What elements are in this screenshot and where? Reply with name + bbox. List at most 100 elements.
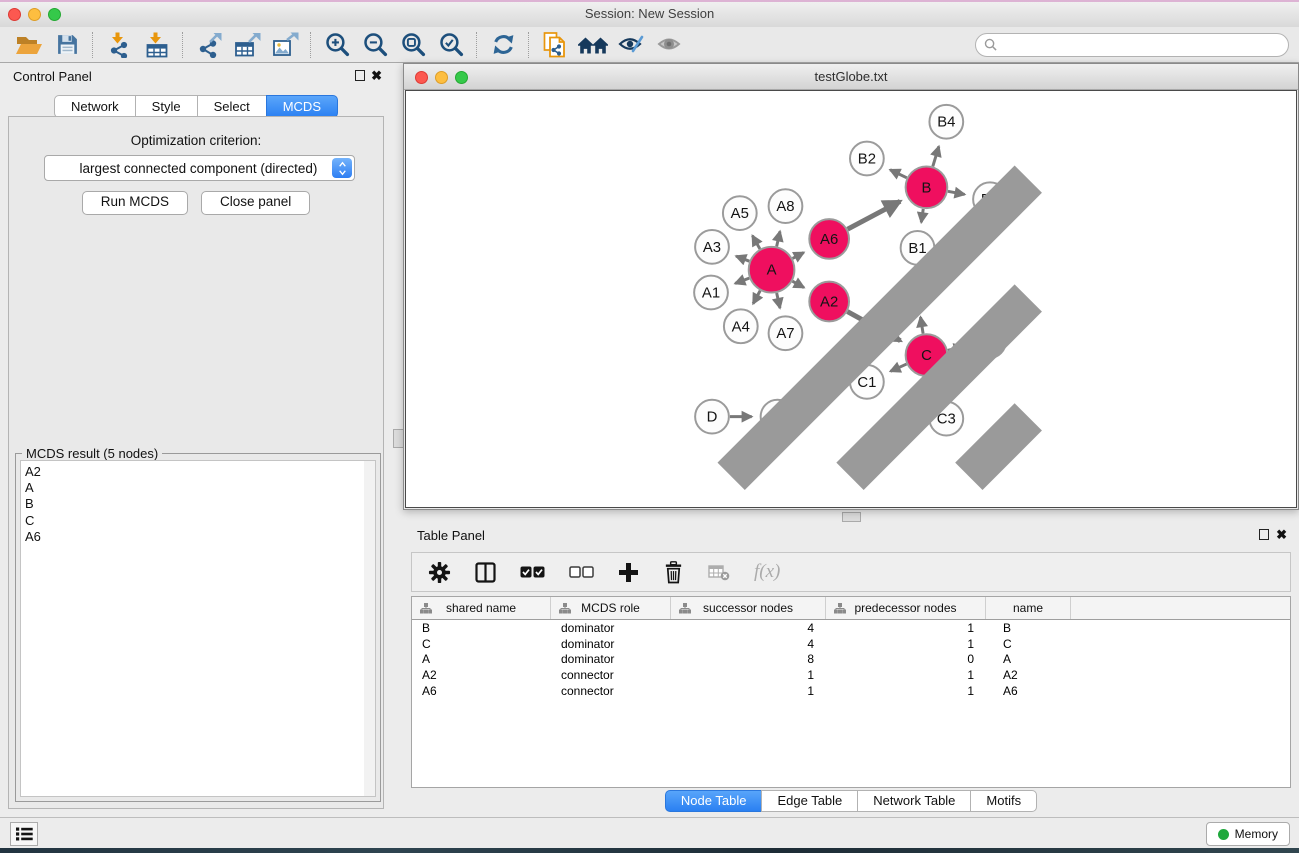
criterion-dropdown-value: largest connected component (directed) bbox=[45, 161, 332, 176]
toolbar-separator bbox=[528, 32, 530, 58]
table-row[interactable]: A6connector11A6 bbox=[412, 683, 1290, 699]
column-header-mcds-role[interactable]: MCDS role bbox=[551, 597, 671, 619]
memory-status-icon bbox=[1218, 829, 1229, 840]
open-file-icon[interactable] bbox=[10, 29, 48, 61]
list-icon bbox=[16, 827, 33, 841]
result-list-item[interactable]: B bbox=[25, 496, 360, 512]
column-header-successor-nodes[interactable]: successor nodes bbox=[671, 597, 826, 619]
close-table-panel-icon[interactable]: ✖ bbox=[1276, 528, 1287, 541]
settings-gear-icon[interactable] bbox=[428, 556, 451, 588]
column-header-shared-name[interactable]: shared name bbox=[412, 597, 551, 619]
table-cell: dominator bbox=[551, 637, 671, 651]
table-cell: 0 bbox=[826, 652, 986, 666]
tab-style[interactable]: Style bbox=[135, 95, 198, 118]
criterion-dropdown[interactable]: largest connected component (directed) bbox=[44, 155, 355, 181]
main-toolbar bbox=[0, 27, 1299, 63]
app-titlebar: Session: New Session bbox=[0, 0, 1299, 28]
column-header-label: name bbox=[1013, 601, 1043, 615]
refresh-icon[interactable] bbox=[484, 29, 522, 61]
zoom-in-icon[interactable] bbox=[318, 29, 356, 61]
status-bar: Memory bbox=[0, 817, 1299, 849]
run-mcds-button[interactable]: Run MCDS bbox=[82, 191, 188, 215]
mcds-result-box: MCDS result (5 nodes) A2ABCA6 bbox=[15, 453, 381, 802]
search-box[interactable] bbox=[975, 33, 1289, 57]
memory-button[interactable]: Memory bbox=[1206, 822, 1290, 846]
show-hide-edges-icon[interactable] bbox=[650, 29, 688, 61]
mcds-result-list[interactable]: A2ABCA6 bbox=[20, 460, 365, 797]
table-row[interactable]: A2connector11A2 bbox=[412, 667, 1290, 683]
zoom-fit-icon[interactable] bbox=[394, 29, 432, 61]
close-panel-button[interactable]: Close panel bbox=[201, 191, 310, 215]
network-canvas[interactable]: B4B2BB3A5A8A6A3B1AA1C2A2A4A7C4CC1DD1C3 bbox=[405, 90, 1297, 508]
float-table-panel-icon[interactable] bbox=[1259, 529, 1269, 540]
table-cell: A bbox=[412, 652, 551, 666]
table-cell: 4 bbox=[671, 637, 826, 651]
export-image-icon[interactable] bbox=[266, 29, 304, 61]
network-window-titlebar[interactable]: testGlobe.txt bbox=[404, 64, 1298, 90]
function-builder-icon[interactable]: f(x) bbox=[754, 556, 780, 588]
tab-network-table[interactable]: Network Table bbox=[857, 790, 971, 812]
table-cell: connector bbox=[551, 684, 671, 698]
delete-table-icon[interactable] bbox=[708, 556, 730, 588]
table-toolbar: f(x) bbox=[411, 552, 1291, 592]
table-cell: 8 bbox=[671, 652, 826, 666]
window-resize-grip[interactable] bbox=[405, 90, 1295, 506]
control-panel-title: Control Panel bbox=[13, 69, 92, 84]
table-cell: 1 bbox=[826, 668, 986, 682]
column-header-label: shared name bbox=[446, 601, 516, 615]
import-network-icon[interactable] bbox=[100, 29, 138, 61]
float-panel-icon[interactable] bbox=[355, 70, 365, 81]
table-cell: 1 bbox=[826, 621, 986, 635]
add-column-icon[interactable] bbox=[618, 556, 639, 588]
column-header-label: MCDS role bbox=[581, 601, 640, 615]
table-cell: A2 bbox=[986, 668, 1071, 682]
tab-mcds[interactable]: MCDS bbox=[266, 95, 338, 118]
table-row[interactable]: Cdominator41C bbox=[412, 636, 1290, 652]
result-list-item[interactable]: C bbox=[25, 513, 360, 529]
column-type-icon bbox=[679, 603, 691, 614]
network-view-window: testGlobe.txt B4B2BB3A5A8A6A3B1AA1C2A2A4… bbox=[403, 63, 1299, 510]
export-network-icon[interactable] bbox=[190, 29, 228, 61]
export-table-icon[interactable] bbox=[228, 29, 266, 61]
tab-motifs[interactable]: Motifs bbox=[970, 790, 1037, 812]
column-type-icon bbox=[559, 603, 571, 614]
result-list-item[interactable]: A2 bbox=[25, 464, 360, 480]
search-input[interactable] bbox=[1002, 37, 1280, 53]
task-history-button[interactable] bbox=[10, 822, 38, 846]
select-all-columns-icon[interactable] bbox=[520, 556, 545, 588]
horizontal-splitter-handle[interactable] bbox=[842, 512, 861, 522]
show-hide-graphics-details-icon[interactable] bbox=[612, 29, 650, 61]
apply-layout-home-icon[interactable] bbox=[574, 29, 612, 61]
result-list-item[interactable]: A bbox=[25, 480, 360, 496]
column-header-label: successor nodes bbox=[703, 601, 793, 615]
column-browser-icon[interactable] bbox=[475, 556, 496, 588]
table-row[interactable]: Adominator80A bbox=[412, 652, 1290, 668]
table-cell: A2 bbox=[412, 668, 551, 682]
result-list-scrollbar[interactable] bbox=[364, 460, 376, 797]
table-cell: C bbox=[412, 637, 551, 651]
column-header-name[interactable]: name bbox=[986, 597, 1071, 619]
column-header-predecessor-nodes[interactable]: predecessor nodes bbox=[826, 597, 986, 619]
save-session-icon[interactable] bbox=[48, 29, 86, 61]
import-table-icon[interactable] bbox=[138, 29, 176, 61]
toolbar-separator bbox=[310, 32, 312, 58]
tab-select[interactable]: Select bbox=[197, 95, 267, 118]
table-cell: 1 bbox=[671, 668, 826, 682]
new-network-from-selection-icon[interactable] bbox=[536, 29, 574, 61]
network-window-title: testGlobe.txt bbox=[404, 69, 1298, 84]
table-cell: B bbox=[412, 621, 551, 635]
deselect-all-columns-icon[interactable] bbox=[569, 556, 594, 588]
zoom-selected-icon[interactable] bbox=[432, 29, 470, 61]
result-list-item[interactable]: A6 bbox=[25, 529, 360, 545]
table-cell: A bbox=[986, 652, 1071, 666]
tab-network[interactable]: Network bbox=[54, 95, 136, 118]
table-cell: connector bbox=[551, 668, 671, 682]
tab-node-table[interactable]: Node Table bbox=[665, 790, 763, 812]
delete-column-icon[interactable] bbox=[663, 556, 684, 588]
zoom-out-icon[interactable] bbox=[356, 29, 394, 61]
tab-edge-table[interactable]: Edge Table bbox=[761, 790, 858, 812]
mcds-panel: Optimization criterion: largest connecte… bbox=[8, 116, 384, 809]
table-row[interactable]: Bdominator41B bbox=[412, 620, 1290, 636]
search-icon bbox=[984, 38, 997, 51]
close-panel-icon[interactable]: ✖ bbox=[371, 69, 382, 82]
